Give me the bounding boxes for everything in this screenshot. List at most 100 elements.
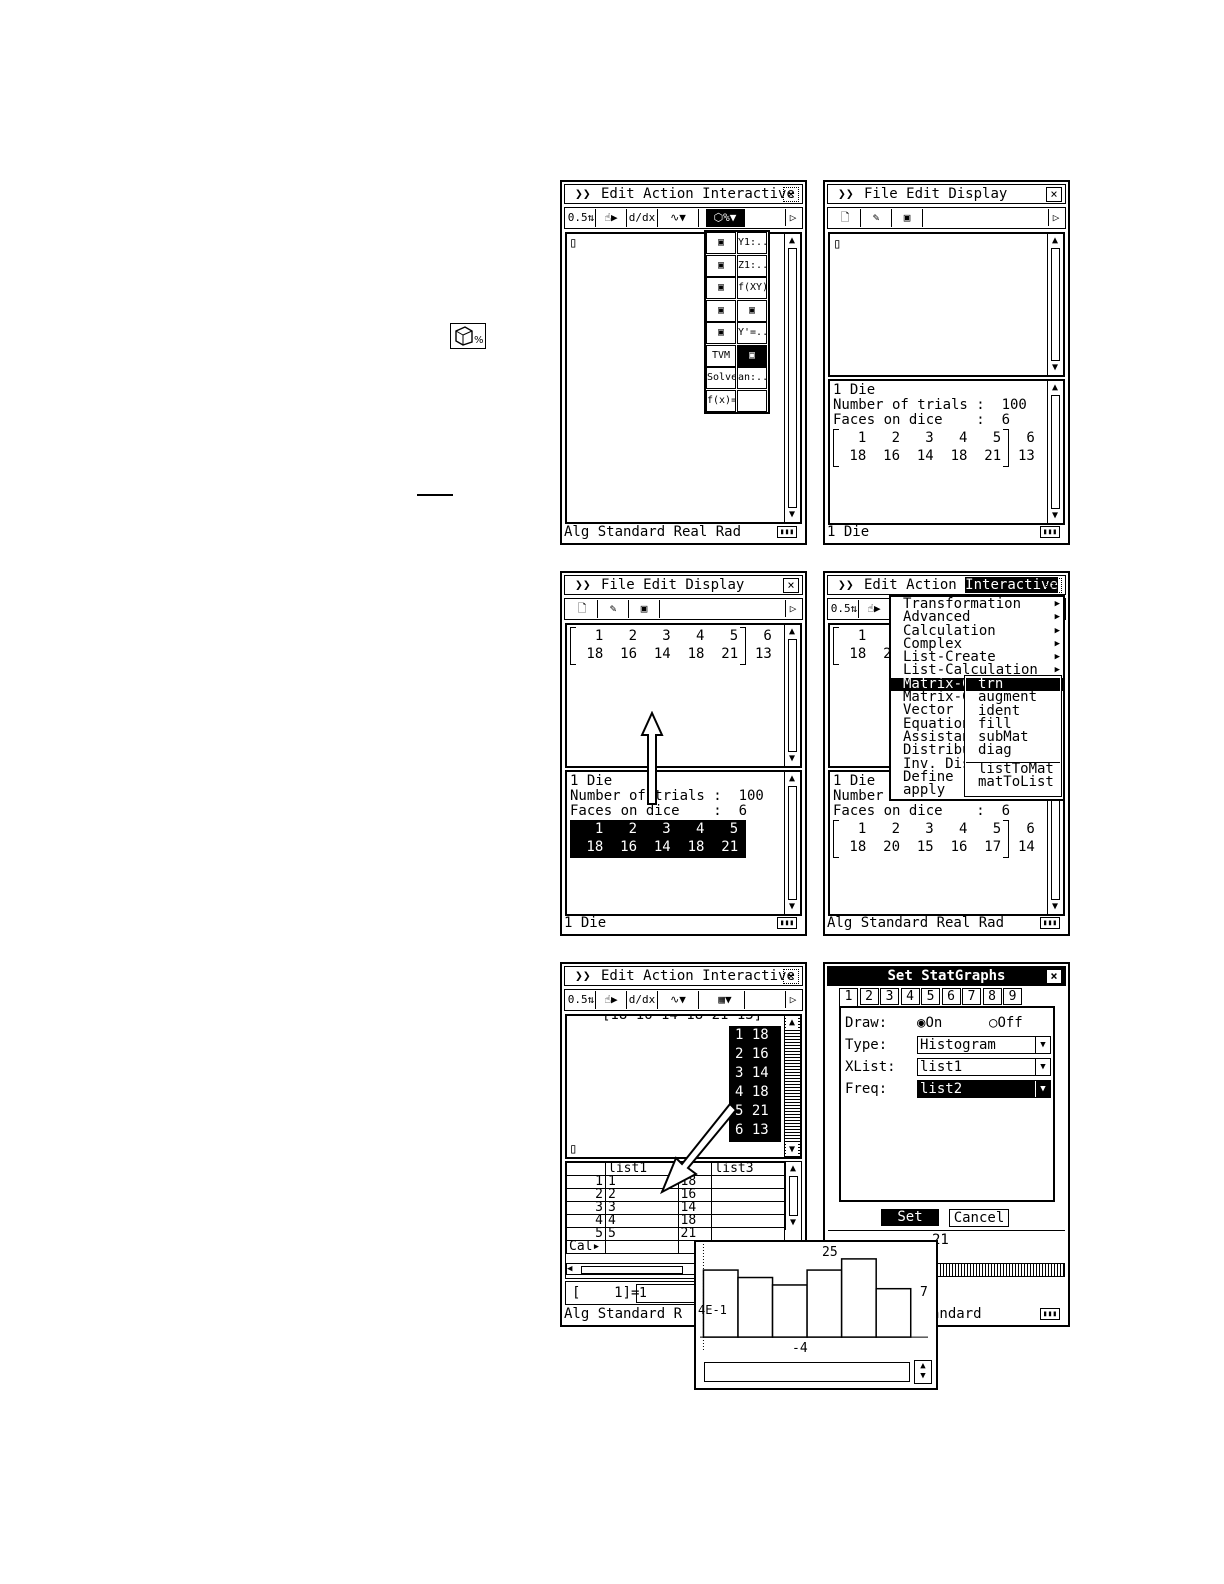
- graph-dropdown-icon[interactable]: ∿▼: [658, 991, 699, 1009]
- menu-edit[interactable]: Edit: [906, 186, 940, 202]
- palette-item[interactable]: an:...bn:...: [737, 367, 767, 389]
- vertical-scrollbar[interactable]: ▲▼: [784, 625, 800, 766]
- upper-pane[interactable]: 1 2 3 4 5 6 18 16 14 18 21 13 ▲ ▼: [565, 623, 802, 768]
- palette-item[interactable]: Y'=...: [737, 322, 767, 344]
- menu-edit[interactable]: Edit: [601, 186, 635, 202]
- toolbar-scroll-icon[interactable]: ▷: [1048, 209, 1063, 226]
- close-icon[interactable]: ×: [1046, 187, 1062, 202]
- graph-input-bar[interactable]: [704, 1362, 910, 1382]
- tab-7[interactable]: 7: [962, 988, 981, 1005]
- vertical-scrollbar[interactable]: ▲▼: [1047, 381, 1063, 523]
- vertical-scrollbar[interactable]: ▲▼: [785, 1162, 801, 1230]
- tab-8[interactable]: 8: [982, 988, 1002, 1005]
- menu-file[interactable]: File: [601, 577, 635, 593]
- close-icon[interactable]: ×: [783, 578, 799, 593]
- palette-item[interactable]: ▣: [737, 299, 767, 322]
- table-cell[interactable]: [711, 1201, 785, 1215]
- derivative-icon[interactable]: d/dx: [627, 209, 658, 227]
- tab-6[interactable]: 6: [941, 988, 961, 1005]
- menu-edit[interactable]: Edit: [601, 968, 635, 984]
- submenu-item[interactable]: matToList: [966, 775, 1060, 789]
- decimal-toggle-icon[interactable]: 0.5⇅: [567, 209, 596, 227]
- draw-on-radio[interactable]: ◉On: [917, 1016, 942, 1031]
- chevron-down-icon[interactable]: ▼: [1035, 1059, 1050, 1075]
- menu-edit[interactable]: Edit: [864, 577, 898, 593]
- spreadsheet-dropdown-icon[interactable]: ▦▼: [706, 991, 745, 1009]
- graph-dropdown-icon[interactable]: ∿▼: [658, 209, 699, 227]
- table-cell[interactable]: 3: [605, 1201, 679, 1215]
- decimal-toggle-icon[interactable]: 0.5⇅: [567, 991, 596, 1009]
- menu-interactive[interactable]: Interactive: [702, 186, 795, 202]
- decimal-toggle-icon[interactable]: 0.5⇅: [830, 600, 859, 618]
- vertical-scrollbar[interactable]: ▲▼: [784, 234, 800, 522]
- menu-toggle-icon[interactable]: ❯❯: [838, 576, 854, 594]
- palette-item[interactable]: Solve: [706, 367, 736, 389]
- save-icon[interactable]: ▣: [892, 209, 923, 227]
- vertical-scrollbar[interactable]: ▲▼: [1047, 234, 1063, 375]
- menu-interactive[interactable]: Interactive: [702, 968, 795, 984]
- derivative-icon[interactable]: d/dx: [627, 991, 658, 1009]
- new-file-icon[interactable]: 🗋: [830, 209, 861, 227]
- draw-off-radio[interactable]: ○Off: [989, 1016, 1023, 1031]
- menu-toggle-icon[interactable]: ❯❯: [575, 967, 591, 985]
- table-cell[interactable]: 5: [605, 1227, 679, 1241]
- menu-edit[interactable]: Edit: [643, 577, 677, 593]
- cancel-button[interactable]: Cancel: [949, 1209, 1009, 1227]
- palette-item[interactable]: Y1:...Y2:...: [737, 232, 767, 254]
- palette-item[interactable]: ▣: [706, 277, 736, 299]
- table-cell[interactable]: [711, 1214, 785, 1228]
- menu-display[interactable]: Display: [948, 186, 1007, 202]
- tab-4[interactable]: 4: [900, 988, 920, 1005]
- hand-play-icon[interactable]: ☝▶: [596, 991, 627, 1009]
- chevron-down-icon[interactable]: ▼: [1035, 1037, 1050, 1053]
- palette-item[interactable]: ▣: [706, 254, 736, 277]
- menu-display[interactable]: Display: [685, 577, 744, 593]
- palette-item[interactable]: TVM: [706, 344, 736, 367]
- close-icon[interactable]: ×: [783, 187, 799, 202]
- table-cell[interactable]: 4: [605, 1214, 679, 1228]
- freq-select[interactable]: list2 ▼: [917, 1080, 1051, 1098]
- cell-value-input[interactable]: 1: [636, 1284, 700, 1303]
- selected-matrix[interactable]: 1 2 3 4 5 6 18 16 14 18 21 13: [570, 820, 772, 858]
- cal-label[interactable]: Cal▸: [566, 1240, 606, 1254]
- tab-1[interactable]: 1: [839, 988, 858, 1006]
- type-select[interactable]: Histogram ▼: [917, 1036, 1051, 1054]
- vertical-scrollbar[interactable]: ▲▼: [784, 1016, 800, 1157]
- close-icon[interactable]: ×: [783, 969, 799, 984]
- menu-toggle-icon[interactable]: ❯❯: [575, 576, 591, 594]
- menu-action[interactable]: Action: [643, 968, 694, 984]
- tab-3[interactable]: 3: [880, 988, 899, 1005]
- hand-play-icon[interactable]: ☝▶: [596, 209, 627, 227]
- xlist-select[interactable]: list1 ▼: [917, 1058, 1051, 1076]
- table-cell[interactable]: [711, 1227, 785, 1241]
- submenu-item[interactable]: diag: [966, 743, 1060, 757]
- chevron-down-icon[interactable]: ▼: [1035, 1081, 1050, 1097]
- scroll-toggle-icon[interactable]: ▲ ▼: [914, 1360, 932, 1384]
- close-icon[interactable]: ×: [1046, 969, 1062, 984]
- palette-item[interactable]: [737, 389, 767, 412]
- new-file-icon[interactable]: 🗋: [567, 600, 598, 618]
- menu-action[interactable]: Action: [643, 186, 694, 202]
- save-icon[interactable]: ▣: [629, 600, 660, 618]
- toolbar-scroll-icon[interactable]: ▷: [785, 991, 800, 1008]
- set-button[interactable]: Set: [881, 1209, 939, 1226]
- toolbar-scroll-icon[interactable]: ▷: [785, 209, 800, 226]
- menu-toggle-icon[interactable]: ❯❯: [838, 185, 854, 203]
- tab-5[interactable]: 5: [921, 988, 940, 1005]
- tab-2[interactable]: 2: [859, 988, 879, 1005]
- upper-pane[interactable]: ▯ ▲ ▼: [828, 232, 1065, 377]
- edit-icon[interactable]: ✎: [598, 600, 629, 618]
- vertical-scrollbar[interactable]: ▲▼: [784, 772, 800, 914]
- palette-item[interactable]: ▣: [706, 299, 736, 322]
- palette-item[interactable]: Z1:...Z2:...: [737, 254, 767, 277]
- lower-pane[interactable]: 1 Die Number of trials : 100 Faces on di…: [565, 770, 802, 916]
- hand-play-icon[interactable]: ☝▶: [859, 600, 890, 618]
- dice-dropdown-icon[interactable]: ⬡%▼: [706, 209, 745, 227]
- palette-item[interactable]: f(x)=: [706, 389, 736, 412]
- table-cell[interactable]: 21: [677, 1227, 713, 1241]
- lower-pane[interactable]: 1 Die Number of trials : 100 Faces on di…: [828, 379, 1065, 525]
- tab-9[interactable]: 9: [1003, 988, 1022, 1005]
- palette-item[interactable]: ▣: [706, 232, 736, 254]
- menu-interactive[interactable]: Interactive: [965, 577, 1058, 593]
- close-icon[interactable]: ×: [1046, 578, 1062, 593]
